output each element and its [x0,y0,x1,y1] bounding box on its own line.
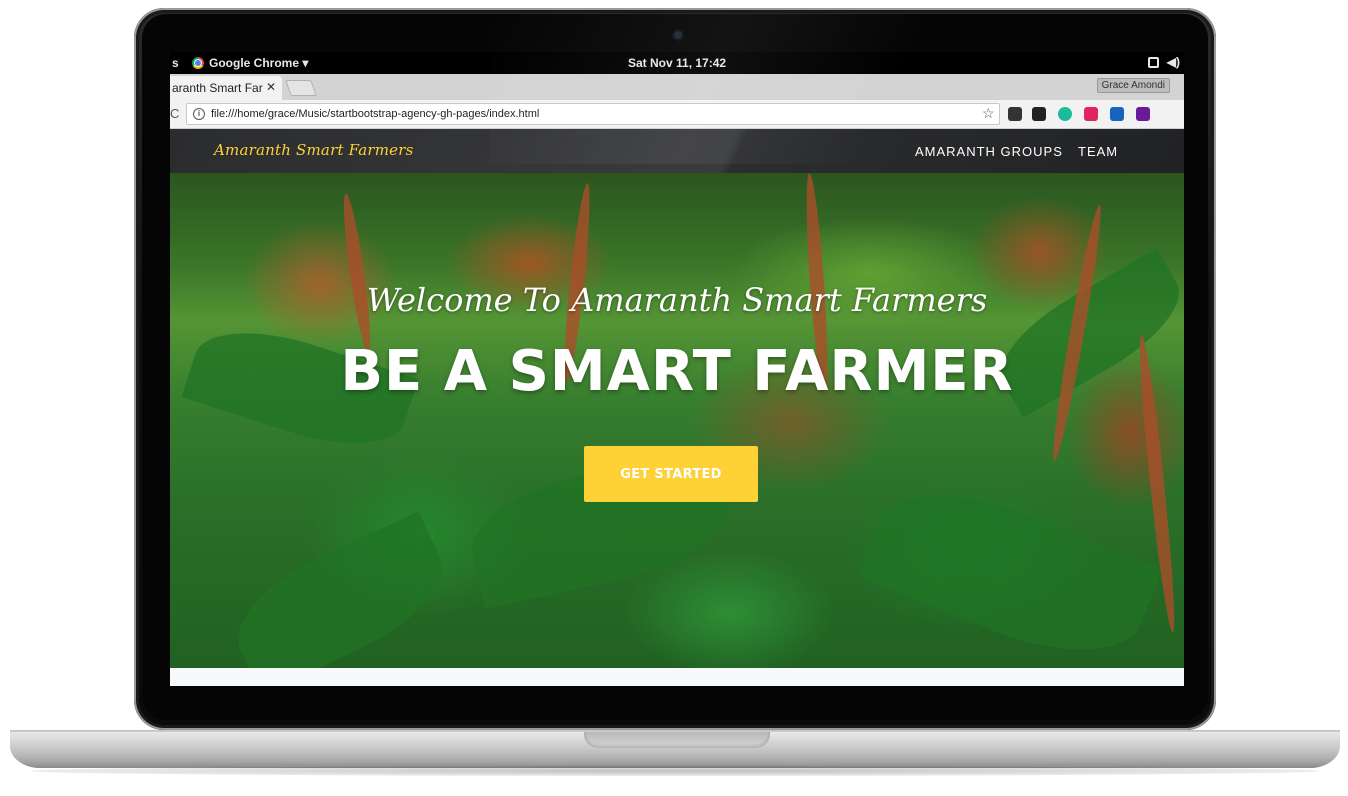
volume-icon: ◀) [1166,55,1180,69]
nav-link-team[interactable]: TEAM [1078,144,1118,159]
extension-icon[interactable] [1058,107,1072,121]
get-started-button[interactable]: GET STARTED [584,446,758,502]
browser-tab[interactable]: aranth Smart Far ✕ [170,76,282,100]
address-bar[interactable]: i file:///home/grace/Music/startbootstra… [186,103,1000,125]
browser-toolbar: C i file:///home/grace/Music/startbootst… [170,100,1184,129]
laptop-notch [584,732,770,748]
hero-heading: BE A SMART FARMER [340,339,1014,404]
reload-icon[interactable]: C [170,106,179,121]
window-icon [1147,56,1159,68]
site-brand[interactable]: Amaranth Smart Farmers [214,141,414,159]
extension-icon[interactable] [1084,107,1098,121]
app-menu[interactable]: Google Chrome ▾ [192,56,308,70]
extension-icon[interactable] [1032,107,1046,121]
nav-link-amaranth-groups[interactable]: AMARANTH GROUPS [915,144,1063,159]
profile-button[interactable]: Grace Amondi [1096,78,1170,93]
system-tray[interactable]: ◀) [1147,55,1180,69]
chrome-icon [192,57,204,69]
hero-subheading: Welcome To Amaranth Smart Farmers [366,281,988,319]
app-menu-label: Google Chrome ▾ [209,56,309,70]
laptop-screen: s Google Chrome ▾ Sat Nov 11, 17:42 ◀) a… [170,52,1184,686]
bookmark-star-icon[interactable]: ☆ [982,105,995,122]
new-tab-button[interactable] [285,80,317,96]
website: Amaranth Smart Farmers AMARANTH GROUPS T… [170,129,1184,686]
tab-strip: aranth Smart Far ✕ Grace Amondi [170,74,1184,100]
tab-title: aranth Smart Far [172,81,263,95]
activities-button[interactable]: s [172,56,179,70]
hero-overlay [170,173,1184,668]
extension-icon[interactable] [1110,107,1124,121]
extension-icon[interactable] [1008,107,1022,121]
laptop-shadow [30,766,1320,776]
camera-icon [674,31,682,39]
extension-icon[interactable] [1136,107,1150,121]
site-navbar: Amaranth Smart Farmers AMARANTH GROUPS T… [170,129,1184,173]
close-tab-icon[interactable]: ✕ [266,80,276,94]
hero-section: Welcome To Amaranth Smart Farmers BE A S… [170,173,1184,668]
next-section [170,668,1184,686]
info-icon[interactable]: i [193,108,205,120]
clock[interactable]: Sat Nov 11, 17:42 [628,56,726,70]
address-text: file:///home/grace/Music/startbootstrap-… [211,108,540,120]
os-top-bar: s Google Chrome ▾ Sat Nov 11, 17:42 ◀) [170,52,1184,74]
